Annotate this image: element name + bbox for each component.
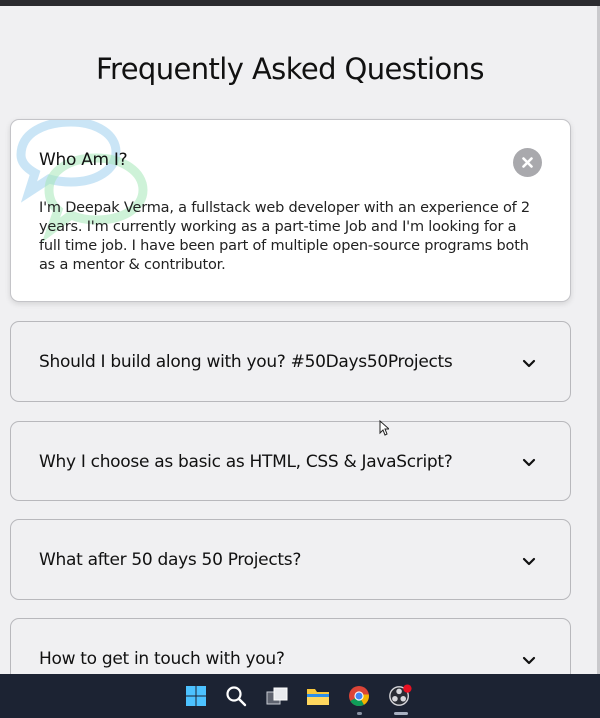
faq-item-what-after[interactable]: What after 50 days 50 Projects? — [10, 519, 571, 600]
faq-question: What after 50 days 50 Projects? — [39, 550, 302, 570]
active-app-indicator — [394, 712, 408, 715]
obs-icon[interactable] — [388, 684, 412, 708]
windows-start-icon[interactable] — [184, 684, 208, 708]
page-title: Frequently Asked Questions — [96, 52, 485, 86]
search-icon[interactable] — [224, 684, 248, 708]
faq-item-build-along[interactable]: Should I build along with you? #50Days50… — [10, 321, 571, 402]
running-app-indicator — [357, 712, 362, 715]
faq-question: Why I choose as basic as HTML, CSS & Jav… — [39, 452, 453, 472]
faq-question: Who Am I? — [39, 150, 128, 170]
faq-answer: I'm Deepak Verma, a fullstack web develo… — [39, 200, 530, 273]
window-top-strip — [0, 0, 600, 6]
faq-question: Should I build along with you? #50Days50… — [39, 352, 453, 372]
close-icon — [522, 157, 533, 168]
file-explorer-icon[interactable] — [306, 684, 330, 708]
faq-item-why-basic[interactable]: Why I choose as basic as HTML, CSS & Jav… — [10, 421, 571, 501]
faq-item-who-am-i[interactable]: Who Am I? I'm Deepak Verma, a fullstack … — [10, 119, 571, 302]
chrome-icon[interactable] — [347, 684, 371, 708]
taskbar — [0, 674, 600, 718]
close-button[interactable] — [513, 148, 542, 177]
chevron-down-icon[interactable] — [522, 656, 536, 666]
chevron-down-icon[interactable] — [522, 557, 536, 567]
faq-question: How to get in touch with you? — [39, 649, 285, 669]
task-view-icon[interactable] — [265, 684, 289, 708]
mouse-cursor-icon — [379, 420, 389, 436]
chevron-down-icon[interactable] — [522, 359, 536, 369]
chevron-down-icon[interactable] — [522, 458, 536, 468]
